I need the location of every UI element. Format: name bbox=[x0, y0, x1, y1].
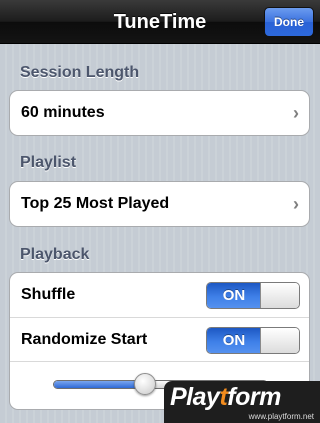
section-header-playback: Playback bbox=[20, 246, 90, 263]
shuffle-toggle[interactable]: ON bbox=[206, 282, 300, 309]
section-header-session-length: Session Length bbox=[20, 64, 140, 81]
playlist-cell[interactable]: Top 25 Most Played › bbox=[10, 182, 309, 226]
randomize-start-toggle-knob bbox=[260, 328, 299, 353]
randomize-start-toggle-on-label: ON bbox=[207, 328, 261, 353]
shuffle-cell: Shuffle ON bbox=[10, 273, 309, 317]
done-button[interactable]: Done bbox=[264, 7, 314, 37]
slider-thumb[interactable] bbox=[134, 373, 157, 395]
playtform-watermark: Playtform www.playtform.net bbox=[164, 381, 320, 423]
section-header-playlist: Playlist bbox=[20, 154, 77, 171]
playlist-group: Top 25 Most Played › bbox=[9, 181, 310, 227]
navigation-bar: TuneTime Done bbox=[0, 0, 320, 44]
shuffle-label: Shuffle bbox=[21, 286, 76, 303]
session-length-value: 60 minutes bbox=[21, 104, 105, 121]
randomize-start-cell: Randomize Start ON bbox=[10, 317, 309, 361]
shuffle-toggle-knob bbox=[260, 283, 299, 308]
shuffle-toggle-on-label: ON bbox=[207, 283, 261, 308]
playlist-value: Top 25 Most Played bbox=[21, 195, 170, 212]
chevron-right-icon: › bbox=[293, 194, 299, 214]
chevron-right-icon: › bbox=[293, 103, 299, 123]
watermark-logo: Playtform bbox=[170, 383, 281, 411]
session-length-group: 60 minutes › bbox=[9, 90, 310, 136]
randomize-start-label: Randomize Start bbox=[21, 331, 148, 348]
randomize-start-toggle[interactable]: ON bbox=[206, 327, 300, 354]
watermark-url: www.playtform.net bbox=[248, 412, 314, 421]
session-length-cell[interactable]: 60 minutes › bbox=[10, 91, 309, 135]
slider-fill bbox=[54, 381, 146, 388]
